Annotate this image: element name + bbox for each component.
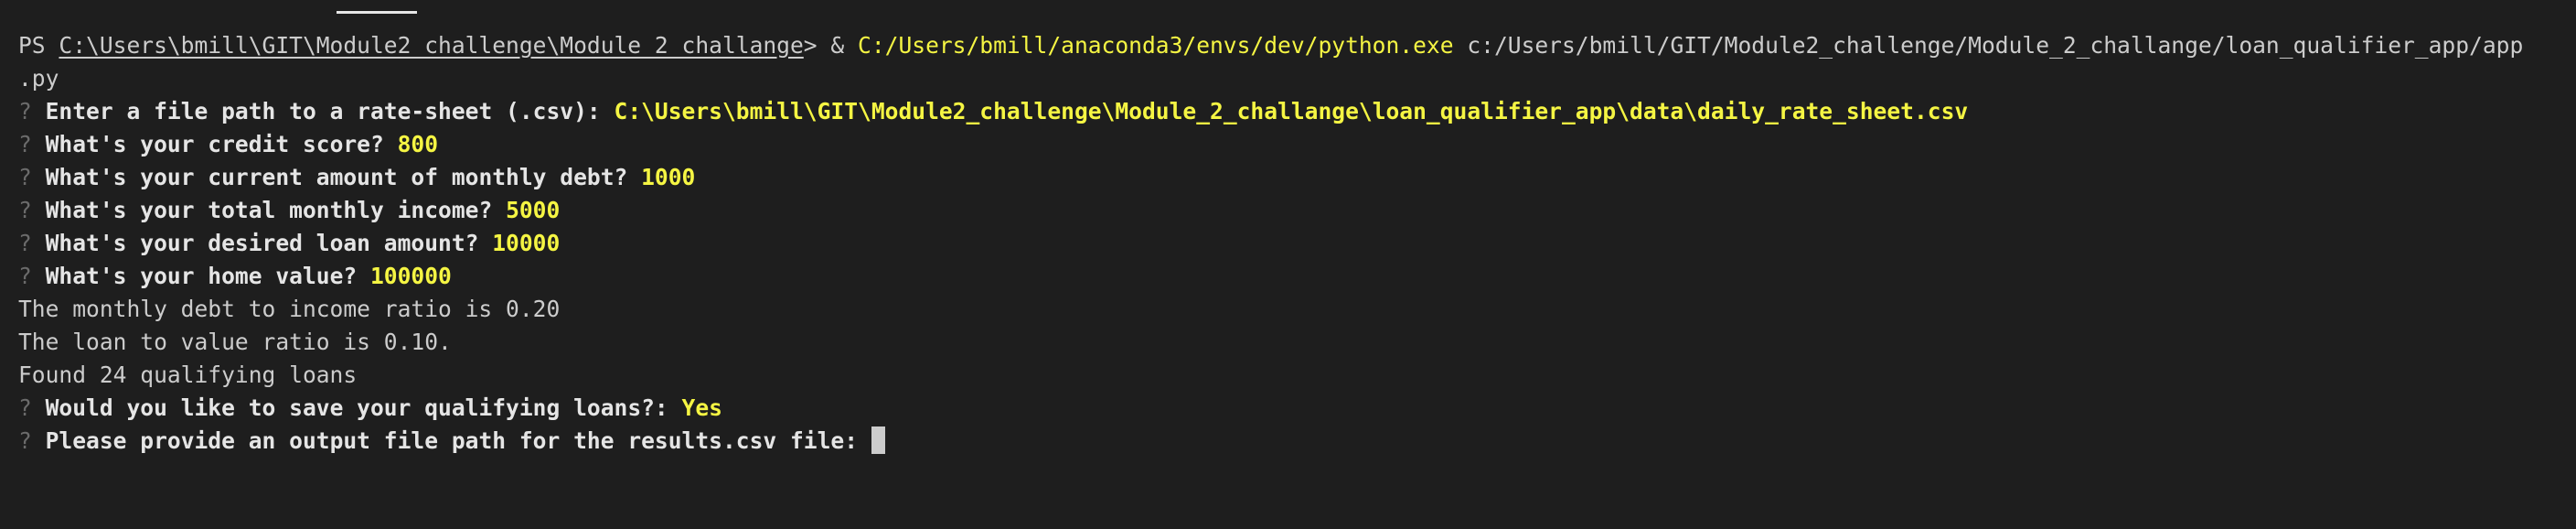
- question-mark-icon: ?: [18, 164, 32, 190]
- active-tab-indicator: [337, 11, 417, 14]
- question-mark-icon: ?: [18, 131, 32, 157]
- terminal-output[interactable]: PS C:\Users\bmill\GIT\Module2_challenge\…: [18, 29, 2576, 458]
- output-line: Found 24 qualifying loans: [18, 362, 358, 388]
- path-question-line[interactable]: ? Please provide an output file path for…: [18, 425, 2576, 458]
- script-path-wrap: .py: [18, 65, 59, 92]
- question-line: ? What's your home value? 100000: [18, 260, 2576, 293]
- question-line: ? What's your desired loan amount? 10000: [18, 227, 2576, 260]
- prompt-suffix: > &: [803, 32, 859, 59]
- question-label: Please provide an output file path for t…: [45, 427, 871, 454]
- question-line: ? What's your credit score? 800: [18, 128, 2576, 161]
- question-mark-icon: ?: [18, 263, 32, 289]
- question-answer: C:\Users\bmill\GIT\Module2_challenge\Mod…: [614, 98, 1969, 124]
- ps-prefix: PS: [18, 32, 59, 59]
- question-line: ? Enter a file path to a rate-sheet (.cs…: [18, 95, 2576, 128]
- output-line: The loan to value ratio is 0.10.: [18, 329, 452, 355]
- question-label: What's your credit score?: [45, 131, 398, 157]
- question-answer: 100000: [370, 263, 452, 289]
- save-question-line: ? Would you like to save your qualifying…: [18, 392, 2576, 425]
- question-answer: 10000: [492, 230, 561, 256]
- question-mark-icon: ?: [18, 394, 32, 421]
- output-line: The monthly debt to income ratio is 0.20: [18, 296, 561, 322]
- question-answer: 800: [397, 131, 439, 157]
- question-answer: Yes: [681, 394, 722, 421]
- question-label: What's your total monthly income?: [45, 197, 507, 223]
- question-mark-icon: ?: [18, 230, 32, 256]
- question-mark-icon: ?: [18, 98, 32, 124]
- question-line: ? What's your current amount of monthly …: [18, 161, 2576, 194]
- question-label: What's your desired loan amount?: [45, 230, 493, 256]
- cwd-link[interactable]: C:\Users\bmill\GIT\Module2_challenge\Mod…: [59, 32, 803, 59]
- question-answer: 5000: [506, 197, 561, 223]
- python-executable: C:/Users/bmill/anaconda3/envs/dev/python…: [858, 32, 1454, 59]
- question-answer: 1000: [641, 164, 696, 190]
- question-label: Enter a file path to a rate-sheet (.csv)…: [45, 98, 615, 124]
- question-label: What's your home value?: [45, 263, 370, 289]
- question-mark-icon: ?: [18, 427, 32, 454]
- command-line-wrap: .py: [18, 62, 2576, 95]
- question-mark-icon: ?: [18, 197, 32, 223]
- question-label: Would you like to save your qualifying l…: [45, 394, 682, 421]
- script-path: c:/Users/bmill/GIT/Module2_challenge/Mod…: [1453, 32, 2524, 59]
- question-line: ? What's your total monthly income? 5000: [18, 194, 2576, 227]
- question-label: What's your current amount of monthly de…: [45, 164, 642, 190]
- text-cursor[interactable]: [871, 426, 885, 454]
- command-line: PS C:\Users\bmill\GIT\Module2_challenge\…: [18, 29, 2576, 62]
